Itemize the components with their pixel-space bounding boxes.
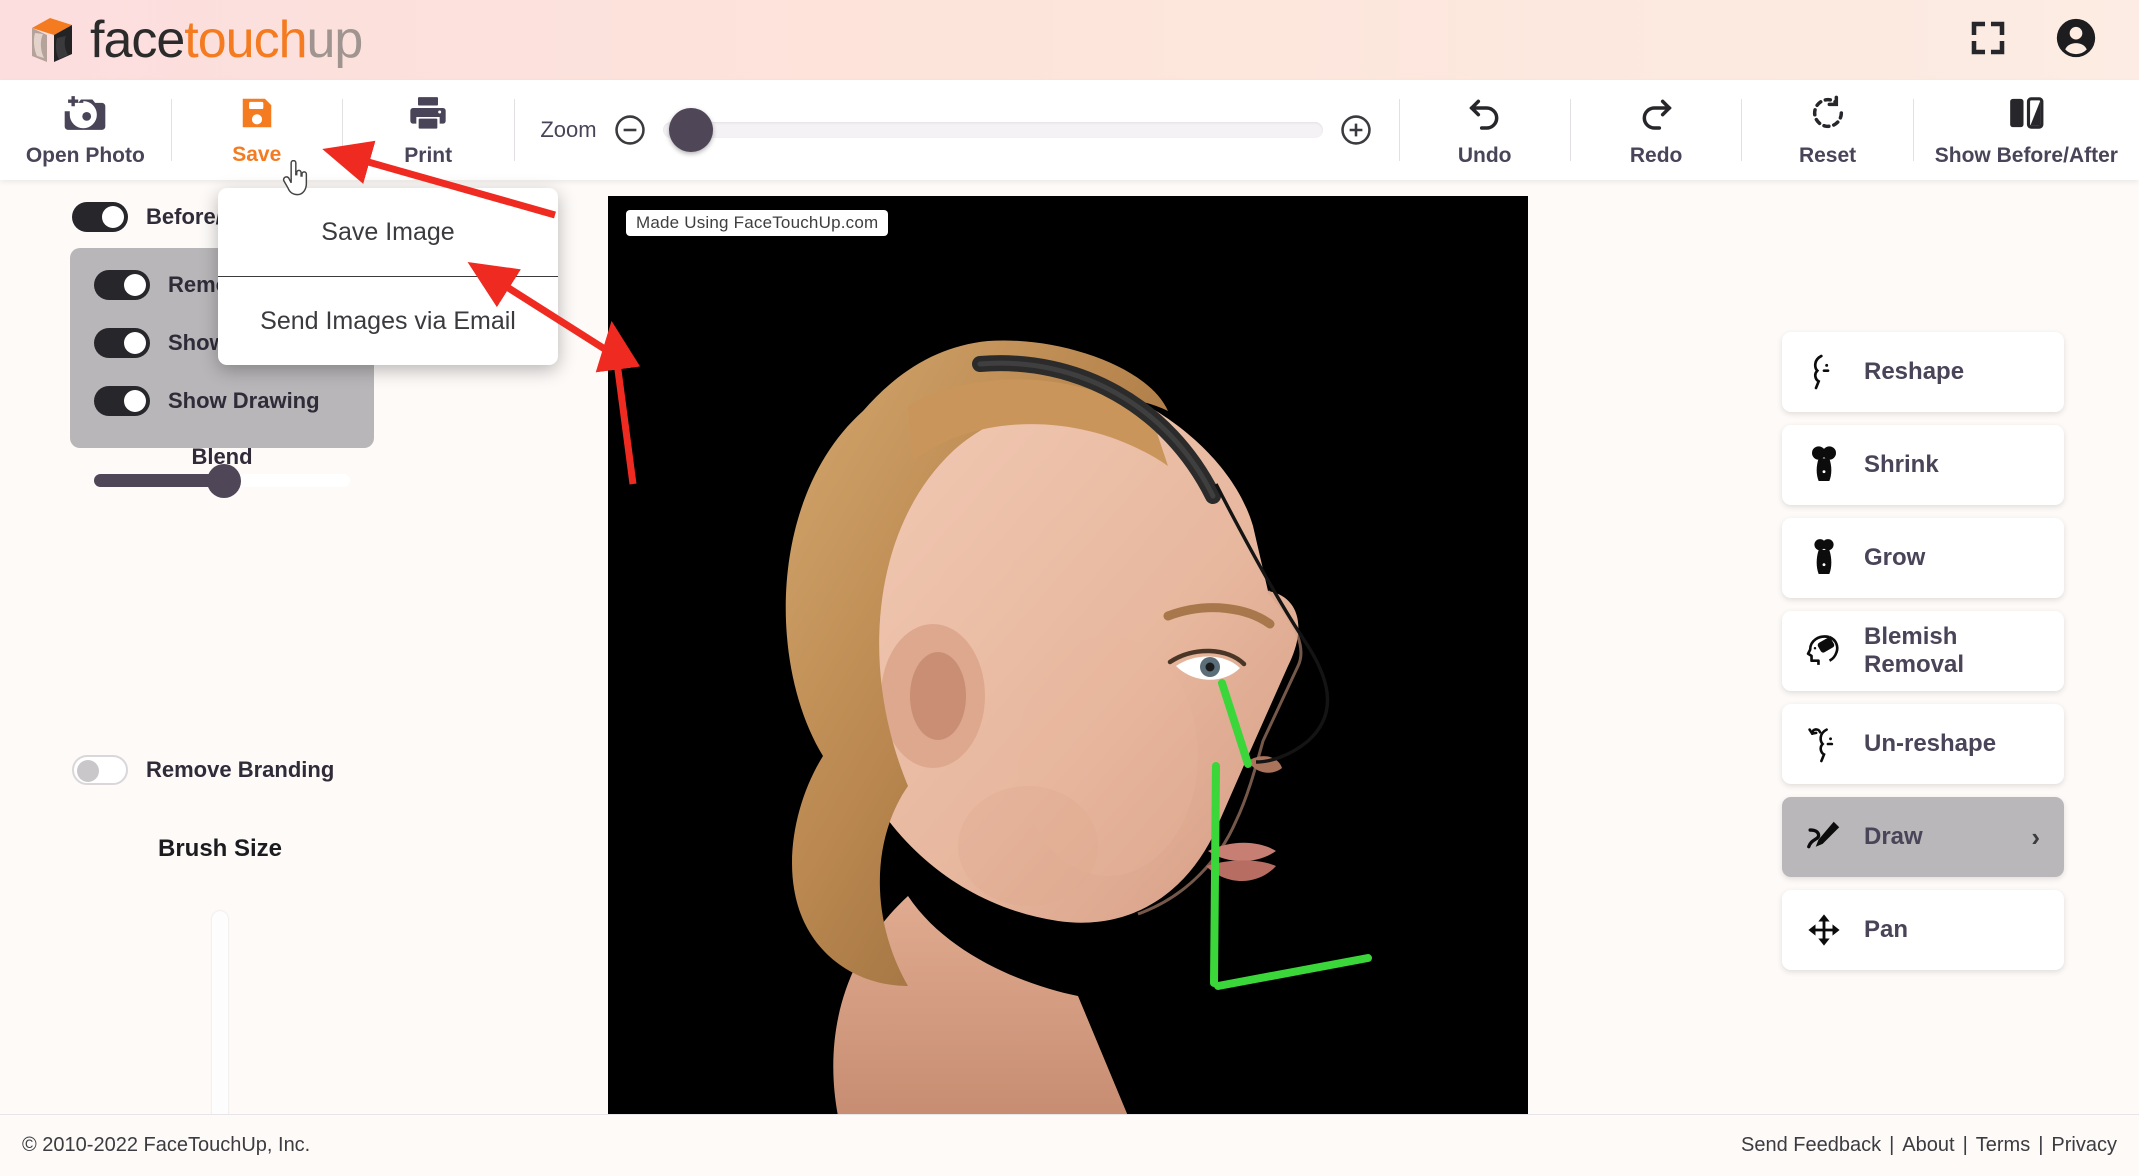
face-profile-icon [1804, 350, 1844, 394]
zoom-slider-thumb[interactable] [669, 108, 713, 152]
blend-slider-fill [94, 474, 224, 487]
tool-draw[interactable]: Draw › [1782, 797, 2064, 877]
footer-separator: | [2038, 1134, 2043, 1157]
tool-grow[interactable]: Grow [1782, 518, 2064, 598]
tool-reshape-label: Reshape [1864, 358, 1964, 386]
save-dropdown-menu: Save Image Send Images via Email [218, 188, 558, 365]
link-privacy[interactable]: Privacy [2051, 1134, 2117, 1157]
show-before-after-button[interactable]: Show Before/After [1914, 80, 2139, 180]
face-undo-icon [1804, 722, 1844, 766]
compare-icon [2006, 93, 2046, 138]
logo[interactable]: facetouchup [0, 12, 362, 68]
undo-label: Undo [1458, 144, 1512, 168]
pencil-icon [1804, 815, 1844, 859]
show-original-switch[interactable] [94, 328, 150, 358]
photo-render [608, 196, 1528, 1116]
logo-text-up: up [307, 11, 363, 69]
grow-arrows-icon [1804, 536, 1844, 580]
menu-item-save-image[interactable]: Save Image [218, 188, 558, 276]
main-toolbar: Open Photo Save P [0, 80, 2139, 180]
show-drawing-switch[interactable] [94, 386, 150, 416]
reset-icon [1808, 93, 1848, 138]
image-canvas[interactable]: Made Using FaceTouchUp.com [608, 196, 1528, 1116]
canvas-watermark: Made Using FaceTouchUp.com [626, 210, 888, 236]
toggle-show-drawing[interactable]: Show Drawing [94, 386, 350, 416]
footer-separator: | [1889, 1134, 1894, 1157]
link-terms[interactable]: Terms [1976, 1134, 2030, 1157]
tool-draw-label: Draw [1864, 823, 1923, 851]
remove-branding-label: Remove Branding [146, 757, 334, 783]
tool-pan-label: Pan [1864, 916, 1908, 944]
redo-icon [1636, 93, 1676, 138]
app-root: facetouchup O [0, 0, 2139, 1176]
blend-slider-thumb[interactable] [207, 464, 241, 498]
footer-separator: | [1963, 1134, 1968, 1157]
remove-branding-switch[interactable] [72, 755, 128, 785]
zoom-slider[interactable] [663, 122, 1323, 138]
footer-links: Send Feedback | About | Terms | Privacy [1741, 1134, 2117, 1157]
undo-icon [1465, 93, 1505, 138]
open-photo-button[interactable]: Open Photo [0, 80, 171, 180]
show-before-after-label: Show Before/After [1935, 144, 2118, 168]
link-send-feedback[interactable]: Send Feedback [1741, 1134, 1881, 1157]
printer-icon [408, 93, 448, 138]
header-icon-group [1967, 15, 2139, 66]
blend-slider[interactable] [94, 474, 350, 487]
zoom-in-icon[interactable] [1339, 113, 1373, 147]
tool-pan[interactable]: Pan [1782, 890, 2064, 970]
redo-button[interactable]: Redo [1571, 80, 1742, 180]
link-about[interactable]: About [1902, 1134, 1954, 1157]
save-label: Save [232, 143, 281, 167]
brush-size-label: Brush Size [0, 835, 440, 863]
tool-un-reshape[interactable]: Un-reshape [1782, 704, 2064, 784]
tool-shrink-label: Shrink [1864, 451, 1939, 479]
logo-text-face: face [90, 11, 184, 69]
zoom-label: Zoom [540, 117, 596, 143]
camera-plus-icon [63, 93, 107, 138]
tool-shrink[interactable]: Shrink [1782, 425, 2064, 505]
tool-reshape[interactable]: Reshape [1782, 332, 2064, 412]
remove-background-switch[interactable] [94, 270, 150, 300]
switch-knob [124, 390, 146, 412]
logo-text-touch: touch [184, 11, 306, 69]
facetouchup-cube-logo [24, 12, 80, 68]
tool-blemish-removal[interactable]: Blemish Removal [1782, 611, 2064, 691]
tool-blemish-removal-label: Blemish Removal [1864, 623, 2042, 679]
head-eraser-icon [1804, 629, 1844, 673]
tools-panel: Reshape Shrink Grow [1782, 332, 2064, 970]
switch-knob [77, 760, 99, 782]
print-button[interactable]: Print [343, 80, 514, 180]
switch-knob [124, 274, 146, 296]
app-header: facetouchup [0, 0, 2139, 80]
switch-knob [124, 332, 146, 354]
show-drawing-label: Show Drawing [168, 388, 320, 414]
logo-text: facetouchup [90, 14, 362, 66]
print-label: Print [404, 144, 452, 168]
open-photo-label: Open Photo [26, 144, 145, 168]
zoom-out-icon[interactable] [613, 113, 647, 147]
save-button[interactable]: Save [171, 80, 342, 180]
blend-control: Blend [94, 444, 350, 487]
copyright-text: © 2010-2022 FaceTouchUp, Inc. [22, 1134, 310, 1157]
switch-knob [102, 206, 124, 228]
redo-label: Redo [1630, 144, 1683, 168]
before-after-switch[interactable] [72, 202, 128, 232]
move-arrows-icon [1804, 908, 1844, 952]
zoom-control: Zoom [514, 113, 1398, 147]
reset-button[interactable]: Reset [1742, 80, 1913, 180]
toggle-remove-branding[interactable]: Remove Branding [72, 755, 334, 785]
undo-button[interactable]: Undo [1399, 80, 1570, 180]
floppy-save-icon [238, 94, 276, 137]
account-icon[interactable] [2053, 15, 2099, 66]
menu-item-send-images-via-email[interactable]: Send Images via Email [218, 277, 558, 365]
chevron-right-icon[interactable]: › [2031, 822, 2040, 853]
tool-un-reshape-label: Un-reshape [1864, 730, 1996, 758]
tool-grow-label: Grow [1864, 544, 1925, 572]
reset-label: Reset [1799, 144, 1856, 168]
fullscreen-icon[interactable] [1967, 17, 2009, 64]
app-footer: © 2010-2022 FaceTouchUp, Inc. Send Feedb… [0, 1114, 2139, 1176]
shrink-arrows-icon [1804, 443, 1844, 487]
